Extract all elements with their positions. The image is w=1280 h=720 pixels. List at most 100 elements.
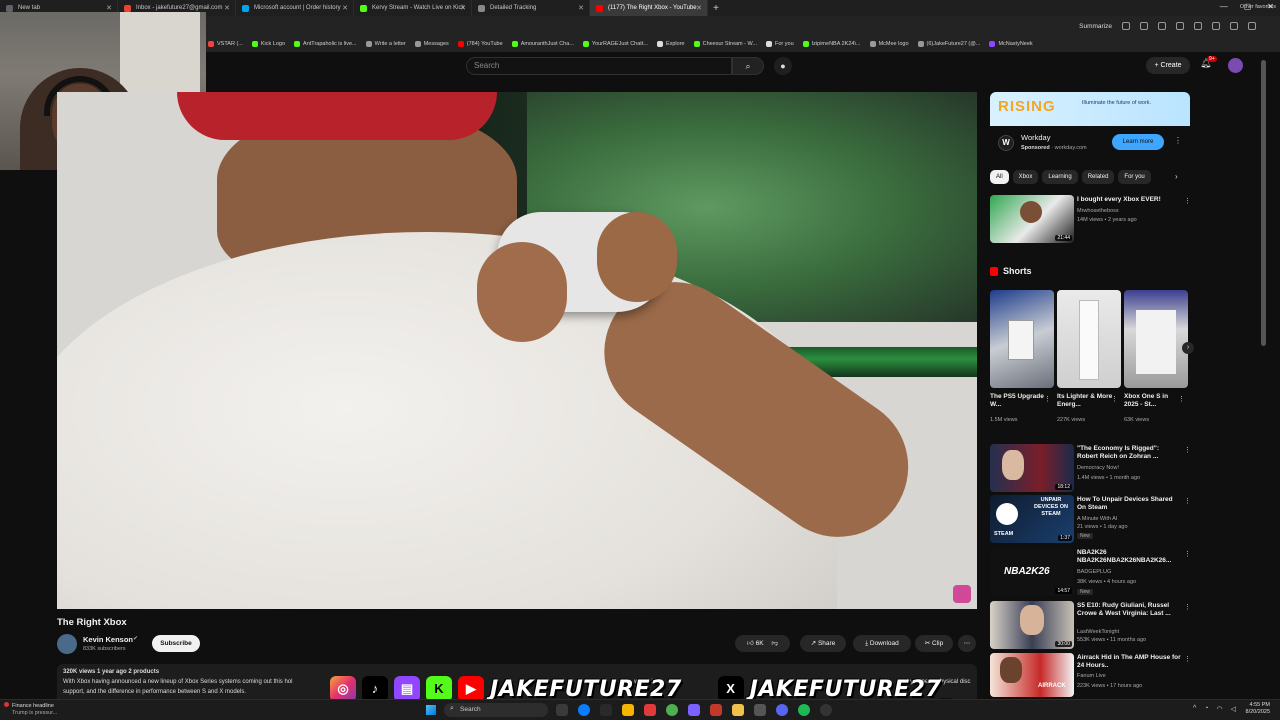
app-icon[interactable]	[600, 704, 612, 716]
chevron-right-icon[interactable]: ›	[1182, 342, 1194, 354]
app-icon[interactable]	[644, 704, 656, 716]
more-icon[interactable]	[1248, 22, 1256, 30]
video-thumbnail[interactable]: AIRRACK	[990, 653, 1074, 697]
close-icon[interactable]: ✕	[224, 4, 230, 12]
search-button[interactable]: ⌕	[732, 57, 764, 75]
more-vert-icon[interactable]: ⋮	[1184, 497, 1191, 505]
bookmark-item[interactable]: For you	[766, 41, 794, 47]
channel-avatar[interactable]	[57, 634, 77, 654]
app-icon[interactable]	[710, 704, 722, 716]
bookmark-item[interactable]: Messages	[414, 41, 449, 47]
favorite-star-icon[interactable]	[1158, 22, 1166, 30]
more-vert-icon[interactable]: ⋮	[1111, 395, 1118, 403]
chevron-right-icon[interactable]: ›	[1175, 172, 1178, 181]
chrome-icon[interactable]	[666, 704, 678, 716]
edge-icon[interactable]	[578, 704, 590, 716]
extension-icon[interactable]	[1122, 22, 1130, 30]
share-button[interactable]: ↗ Share	[800, 635, 846, 652]
chip-for-you[interactable]: For you	[1118, 170, 1151, 184]
chip-all[interactable]: All	[990, 170, 1009, 184]
recommended-video[interactable]: 21:44 I bought every Xbox EVER! Mrwhoset…	[990, 195, 1191, 243]
taskbar-search[interactable]: Search	[444, 703, 548, 717]
video-title[interactable]: Airrack Hid in The AMP House for 24 Hour…	[1077, 654, 1181, 670]
other-favorites[interactable]: Other favorites	[1240, 4, 1276, 10]
bookmark-item[interactable]: Kick Logo	[251, 41, 285, 47]
chip-related[interactable]: Related	[1081, 170, 1115, 184]
clip-button[interactable]: ✂ Clip	[915, 635, 953, 652]
more-vert-icon[interactable]: ⋮	[1184, 550, 1191, 558]
minimize-icon[interactable]: —	[1220, 2, 1228, 11]
bookmark-item[interactable]: Cheesur Stream - W...	[693, 41, 757, 47]
chip-xbox[interactable]: Xbox	[1012, 170, 1039, 184]
recommended-video[interactable]: AIRRACK Airrack Hid in The AMP House for…	[990, 653, 1191, 697]
channel-name[interactable]: Fanum Live	[1077, 673, 1106, 679]
bookmark-item[interactable]: (784) YouTube	[457, 41, 503, 47]
bookmark-item[interactable]: AmouranthJust Cha...	[511, 41, 574, 47]
spotify-icon[interactable]	[798, 704, 810, 716]
more-vert-icon[interactable]: ⋮	[1044, 395, 1051, 403]
discord-icon[interactable]	[776, 704, 788, 716]
close-icon[interactable]: ✕	[342, 4, 348, 12]
bookmark-item[interactable]: YourRAGEJust Chatt...	[582, 41, 648, 47]
ad-advertiser-name[interactable]: Workday	[1021, 133, 1050, 142]
short-thumbnail[interactable]	[990, 290, 1054, 388]
video-title[interactable]: S5 E10: Rudy Giuliani, Russel Crowe & We…	[1077, 602, 1181, 618]
voice-search-button[interactable]: ●	[774, 57, 792, 75]
video-title[interactable]: I bought every Xbox EVER!	[1077, 196, 1181, 204]
learn-more-button[interactable]: Learn more	[1112, 134, 1164, 150]
favorites-icon[interactable]	[1176, 22, 1184, 30]
scrollbar-thumb[interactable]	[1261, 60, 1266, 346]
video-title[interactable]: How To Unpair Devices Shared On Steam	[1077, 496, 1181, 512]
recommended-video[interactable]: UNPAIR DEVICES ON STEAM STEAM 1:37 How T…	[990, 495, 1191, 543]
download-button[interactable]: ⤓ Download	[853, 635, 911, 652]
ad-banner[interactable]: RISING Illuminate the future of work.	[990, 92, 1190, 126]
search-input[interactable]: Search	[466, 57, 732, 75]
browser-tab[interactable]: Detailed Tracking ✕	[472, 0, 590, 16]
profile-icon[interactable]	[1230, 22, 1238, 30]
channel-name[interactable]: BADGEPLUG	[1077, 569, 1111, 575]
channel-name[interactable]: Mrwhosetheboss	[1077, 208, 1119, 214]
news-widget[interactable]: Finance headline Trump is pressur...	[4, 702, 57, 717]
more-actions-button[interactable]: ⋯	[958, 635, 976, 652]
video-thumbnail[interactable]: NBA2K26 14:57	[990, 548, 1074, 596]
summarize-button[interactable]: Summarize	[1079, 23, 1112, 30]
video-player[interactable]	[57, 92, 977, 609]
wifi-icon[interactable]: ◠	[1217, 705, 1223, 713]
bookmark-item[interactable]: IzipimeNBA 2K24\...	[802, 41, 861, 47]
recommended-video[interactable]: NBA2K26 14:57 NBA2K26 NBA2K26NBA2K26NBA2…	[990, 548, 1191, 596]
collections-icon[interactable]	[1194, 22, 1202, 30]
windows-start-icon[interactable]	[426, 705, 436, 715]
app-icon[interactable]	[688, 704, 700, 716]
short-thumbnail[interactable]	[1124, 290, 1188, 388]
close-icon[interactable]: ✕	[696, 4, 702, 12]
video-thumbnail[interactable]: 18:12	[990, 444, 1074, 492]
short-title[interactable]: The PS5 Upgrade W...	[990, 393, 1046, 409]
channel-name[interactable]: A Minute With AI	[1077, 516, 1117, 522]
video-thumbnail[interactable]: UNPAIR DEVICES ON STEAM STEAM 1:37	[990, 495, 1074, 543]
thumbs-up-icon[interactable]: 👍︎	[747, 640, 754, 647]
video-thumbnail[interactable]: 30:00	[990, 601, 1074, 649]
more-vert-icon[interactable]: ⋮	[1184, 197, 1191, 205]
file-explorer-icon[interactable]	[622, 704, 634, 716]
short-thumbnail[interactable]	[1057, 290, 1121, 388]
create-button[interactable]: + Create	[1146, 57, 1190, 74]
bookmark-item[interactable]: AntTrapaholic is live...	[294, 41, 357, 47]
channel-name[interactable]: Kevin Kenson	[83, 635, 133, 644]
short-title[interactable]: Its Lighter & More Energ...	[1057, 393, 1113, 409]
channel-name[interactable]: Democracy Now!	[1077, 465, 1119, 471]
obs-icon[interactable]	[820, 704, 832, 716]
browser-tab[interactable]: Kervy Stream - Watch Live on Kick ✕	[354, 0, 472, 16]
recommended-video[interactable]: 18:12 "The Economy Is Rigged": Robert Re…	[990, 444, 1191, 492]
network-icon[interactable]: ◔	[1204, 705, 1208, 713]
more-vert-icon[interactable]: ⋮	[1174, 136, 1182, 145]
channel-watermark-icon[interactable]	[953, 585, 971, 603]
volume-icon[interactable]: ◁	[1231, 705, 1236, 713]
video-thumbnail[interactable]: 21:44	[990, 195, 1074, 243]
bookmark-item[interactable]: McNastyNeek	[989, 41, 1033, 47]
close-icon[interactable]: ✕	[106, 4, 112, 12]
close-icon[interactable]: ✕	[460, 4, 466, 12]
bookmark-item[interactable]: Write a letter	[365, 41, 406, 47]
more-vert-icon[interactable]: ⋮	[1184, 655, 1191, 663]
avatar[interactable]	[1228, 58, 1243, 73]
bookmark-item[interactable]: McMee logo	[869, 41, 909, 47]
